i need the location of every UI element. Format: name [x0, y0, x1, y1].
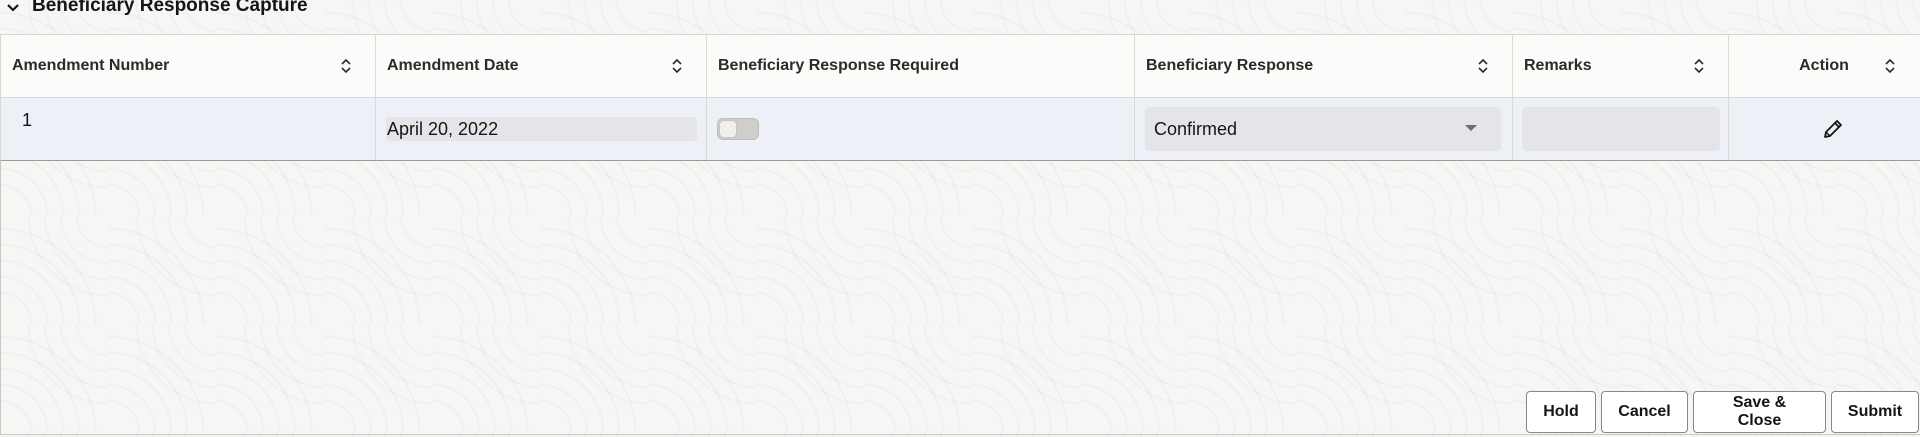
column-header-label: Amendment Date	[387, 57, 519, 74]
table-header: Amendment Number Amendment Date Benefici…	[1, 35, 1920, 98]
select-value: Confirmed	[1154, 118, 1238, 139]
remarks-cell	[1513, 98, 1729, 160]
section-title: Beneficiary Response Capture	[32, 0, 308, 16]
amendment-table: Amendment Number Amendment Date Benefici…	[0, 34, 1920, 161]
sort-icon[interactable]	[1883, 57, 1897, 75]
response-required-cell	[707, 98, 1135, 160]
column-header-remarks[interactable]: Remarks	[1513, 35, 1729, 97]
cancel-button[interactable]: Cancel	[1601, 391, 1688, 433]
chevron-down-icon[interactable]	[2, 0, 24, 18]
hold-button[interactable]: Hold	[1526, 391, 1596, 433]
footer-actions: Hold Cancel Save & Close Submit	[1526, 391, 1919, 433]
section-header[interactable]: Beneficiary Response Capture	[0, 0, 308, 18]
response-required-toggle[interactable]	[717, 118, 759, 140]
table-row[interactable]: 1 April 20, 2022 Confirmed	[1, 98, 1920, 160]
beneficiary-response-select[interactable]: Confirmed	[1145, 107, 1501, 151]
column-header-amendment-date[interactable]: Amendment Date	[376, 35, 707, 97]
pencil-icon[interactable]	[1819, 115, 1847, 143]
column-header-response-required: Beneficiary Response Required	[707, 35, 1135, 97]
column-header-label: Amendment Number	[12, 57, 170, 74]
column-header-label: Remarks	[1524, 57, 1592, 74]
divider	[0, 434, 1920, 435]
save-close-button[interactable]: Save & Close	[1693, 391, 1826, 433]
column-header-beneficiary-response[interactable]: Beneficiary Response	[1135, 35, 1513, 97]
caret-down-icon[interactable]	[1465, 125, 1477, 131]
action-cell	[1729, 98, 1919, 160]
amendment-date-cell: April 20, 2022	[376, 98, 707, 160]
submit-button[interactable]: Submit	[1831, 391, 1919, 433]
amendment-number-cell: 1	[1, 98, 376, 160]
sort-icon[interactable]	[1692, 57, 1706, 75]
beneficiary-response-cell: Confirmed	[1135, 98, 1513, 160]
amendment-number: 1	[22, 110, 33, 130]
sort-icon[interactable]	[1476, 57, 1490, 75]
remarks-field[interactable]	[1522, 107, 1720, 151]
toggle-knob	[719, 120, 737, 138]
column-header-amendment-number[interactable]: Amendment Number	[1, 35, 376, 97]
column-header-action[interactable]: Action	[1729, 35, 1919, 97]
sort-icon[interactable]	[339, 57, 353, 75]
column-header-label: Beneficiary Response	[1146, 57, 1314, 74]
column-header-label: Beneficiary Response Required	[718, 57, 959, 74]
amendment-date-field: April 20, 2022	[386, 117, 697, 141]
sort-icon[interactable]	[670, 57, 684, 75]
